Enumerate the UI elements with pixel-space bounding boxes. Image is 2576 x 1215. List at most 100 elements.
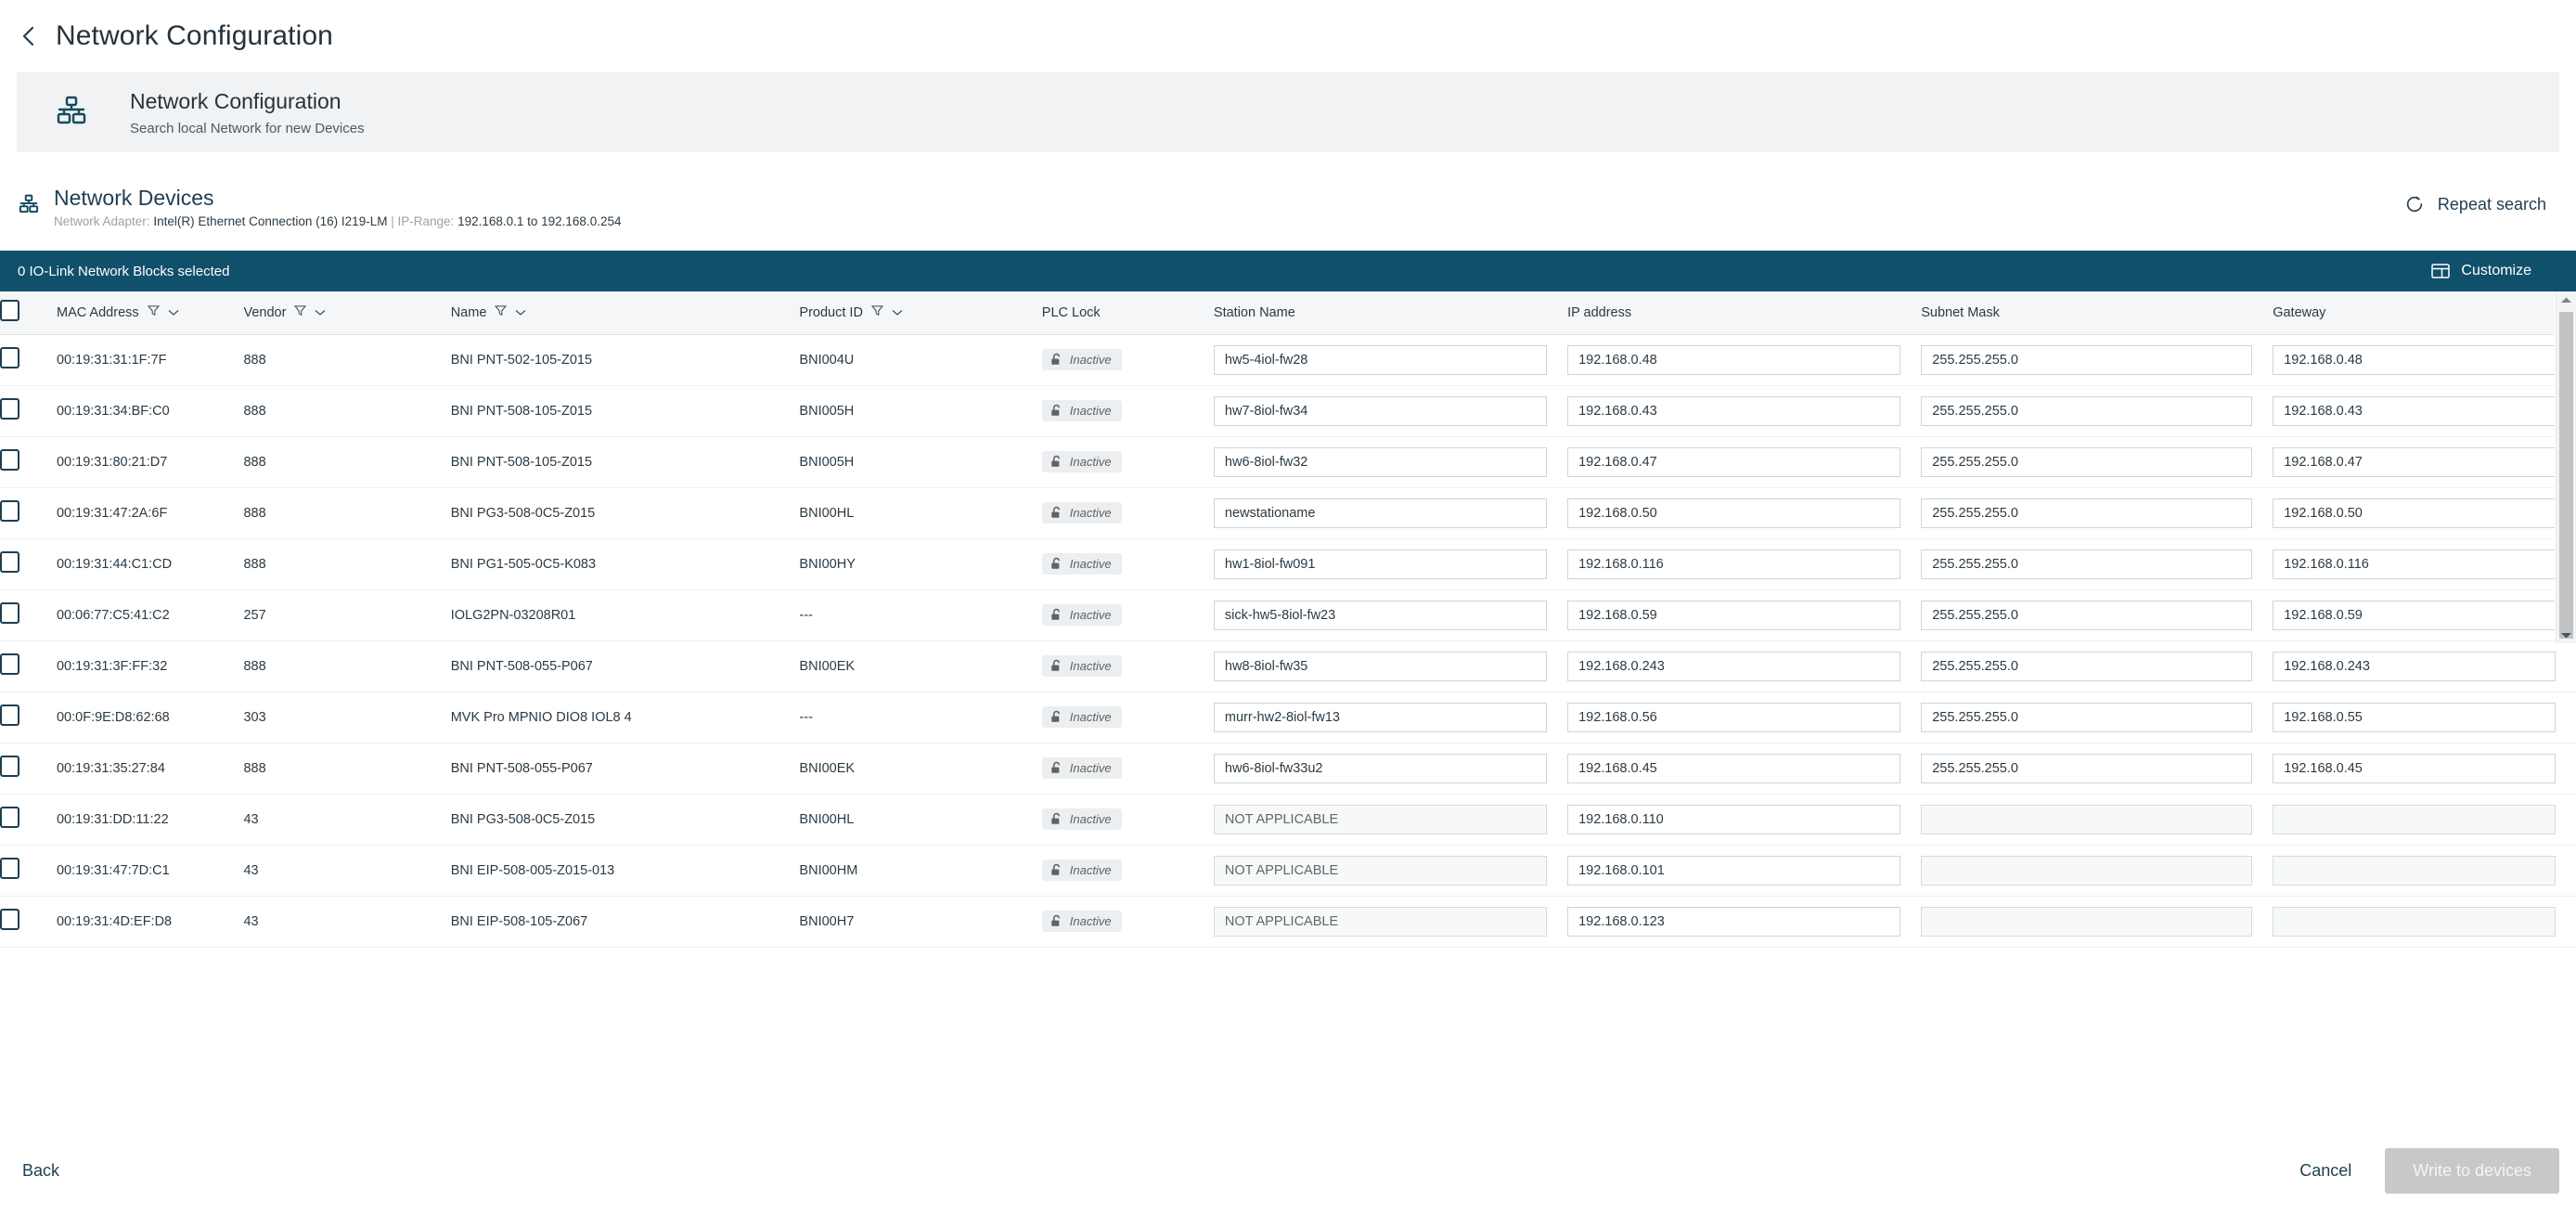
gateway-input[interactable]: 192.168.0.59 xyxy=(2273,600,2556,630)
cell-station-name[interactable]: hw1-8iol-fw091 xyxy=(1213,538,1568,590)
row-checkbox[interactable] xyxy=(0,704,19,726)
station-name-input[interactable]: newstationame xyxy=(1213,498,1548,528)
cell-gateway[interactable]: 192.168.0.116 xyxy=(2273,538,2576,590)
cell-ip-address[interactable]: 192.168.0.48 xyxy=(1567,334,1922,386)
gateway-input[interactable]: 192.168.0.243 xyxy=(2273,651,2556,681)
cell-subnet-mask[interactable]: 255.255.255.0 xyxy=(1921,538,2273,590)
cell-gateway[interactable]: 192.168.0.50 xyxy=(2273,487,2576,539)
cell-subnet-mask[interactable]: 255.255.255.0 xyxy=(1921,487,2273,539)
cell-station-name[interactable]: hw7-8iol-fw34 xyxy=(1213,385,1568,437)
station-name-input[interactable]: murr-hw2-8iol-fw13 xyxy=(1213,702,1548,732)
ip-address-input[interactable]: 192.168.0.47 xyxy=(1567,446,1901,477)
cell-station-name[interactable]: hw6-8iol-fw32 xyxy=(1213,436,1568,488)
ip-address-input[interactable]: 192.168.0.59 xyxy=(1567,600,1901,630)
cell-ip-address[interactable]: 192.168.0.59 xyxy=(1567,589,1922,641)
table-row[interactable]: 00:19:31:47:7D:C1 43 BNI EIP-508-005-Z015-… xyxy=(0,845,2576,897)
cell-station-name[interactable]: murr-hw2-8iol-fw13 xyxy=(1213,692,1568,743)
cell-station-name[interactable]: newstationame xyxy=(1213,487,1568,539)
row-select-cell[interactable] xyxy=(0,692,57,743)
cell-subnet-mask[interactable]: 255.255.255.0 xyxy=(1921,692,2273,743)
gateway-input[interactable]: 192.168.0.45 xyxy=(2273,753,2556,783)
row-select-cell[interactable] xyxy=(0,640,57,692)
row-checkbox[interactable] xyxy=(0,398,19,420)
row-checkbox[interactable] xyxy=(0,756,19,777)
station-name-input[interactable]: hw6-8iol-fw33u2 xyxy=(1213,753,1548,783)
table-row[interactable]: 00:19:31:44:C1:CD 888 BNI PG1-505-0C5-K083… xyxy=(0,538,2576,590)
write-to-devices-button[interactable]: Write to devices xyxy=(2385,1147,2559,1194)
cell-subnet-mask[interactable]: 255.255.255.0 xyxy=(1921,640,2273,692)
cell-subnet-mask[interactable]: 255.255.255.0 xyxy=(1921,589,2273,641)
gateway-input[interactable]: 192.168.0.116 xyxy=(2273,549,2556,579)
cell-station-name[interactable]: hw6-8iol-fw33u2 xyxy=(1213,743,1568,795)
cell-ip-address[interactable]: 192.168.0.47 xyxy=(1567,436,1922,488)
ip-address-input[interactable]: 192.168.0.43 xyxy=(1567,395,1901,426)
table-row[interactable]: 00:19:31:35:27:84 888 BNI PNT-508-055-P067… xyxy=(0,743,2576,795)
row-select-cell[interactable] xyxy=(0,385,57,437)
ip-address-input[interactable]: 192.168.0.45 xyxy=(1567,753,1901,783)
header-name[interactable]: Name xyxy=(450,291,800,335)
subnet-mask-input[interactable]: 255.255.255.0 xyxy=(1921,395,2253,426)
station-name-input[interactable]: hw8-8iol-fw35 xyxy=(1213,651,1548,681)
station-name-input[interactable]: hw6-8iol-fw32 xyxy=(1213,446,1548,477)
cell-station-name[interactable]: sick-hw5-8iol-fw23 xyxy=(1213,589,1568,641)
row-checkbox[interactable] xyxy=(0,909,19,930)
row-select-cell[interactable] xyxy=(0,794,57,846)
filter-icon[interactable] xyxy=(870,304,884,320)
subnet-mask-input[interactable]: 255.255.255.0 xyxy=(1921,549,2253,579)
cell-ip-address[interactable]: 192.168.0.116 xyxy=(1567,538,1922,590)
filter-icon[interactable] xyxy=(294,304,307,320)
row-checkbox[interactable] xyxy=(0,858,19,879)
cell-subnet-mask[interactable]: 255.255.255.0 xyxy=(1921,385,2273,437)
ip-address-input[interactable]: 192.168.0.101 xyxy=(1567,855,1901,885)
header-select-all[interactable] xyxy=(0,291,57,335)
gateway-input[interactable]: 192.168.0.55 xyxy=(2273,702,2556,732)
ip-address-input[interactable]: 192.168.0.243 xyxy=(1567,651,1901,681)
subnet-mask-input[interactable]: 255.255.255.0 xyxy=(1921,446,2253,477)
table-row[interactable]: 00:19:31:80:21:D7 888 BNI PNT-508-105-Z015… xyxy=(0,436,2576,488)
row-select-cell[interactable] xyxy=(0,743,57,795)
cell-station-name[interactable]: hw8-8iol-fw35 xyxy=(1213,640,1568,692)
station-name-input[interactable]: hw7-8iol-fw34 xyxy=(1213,395,1548,426)
gateway-input[interactable]: 192.168.0.50 xyxy=(2273,498,2556,528)
cell-gateway[interactable]: 192.168.0.48 xyxy=(2273,334,2576,386)
subnet-mask-input[interactable]: 255.255.255.0 xyxy=(1921,753,2253,783)
cell-ip-address[interactable]: 192.168.0.123 xyxy=(1567,896,1922,948)
cell-ip-address[interactable]: 192.168.0.56 xyxy=(1567,692,1922,743)
back-chevron-icon[interactable] xyxy=(17,24,41,48)
back-button[interactable]: Back xyxy=(17,1154,65,1188)
table-row[interactable]: 00:19:31:DD:11:22 43 BNI PG3-508-0C5-Z015 B… xyxy=(0,794,2576,846)
table-row[interactable]: 00:19:31:31:1F:7F 888 BNI PNT-502-105-Z015… xyxy=(0,334,2576,386)
ip-address-input[interactable]: 192.168.0.110 xyxy=(1567,804,1901,834)
row-checkbox[interactable] xyxy=(0,347,19,368)
station-name-input[interactable]: sick-hw5-8iol-fw23 xyxy=(1213,600,1548,630)
scrollbar-thumb[interactable] xyxy=(2559,312,2573,639)
row-checkbox[interactable] xyxy=(0,449,19,471)
cell-gateway[interactable]: 192.168.0.243 xyxy=(2273,640,2576,692)
cell-gateway[interactable]: 192.168.0.45 xyxy=(2273,743,2576,795)
row-select-cell[interactable] xyxy=(0,334,57,386)
cell-subnet-mask[interactable]: 255.255.255.0 xyxy=(1921,743,2273,795)
cell-ip-address[interactable]: 192.168.0.50 xyxy=(1567,487,1922,539)
cell-subnet-mask[interactable]: 255.255.255.0 xyxy=(1921,334,2273,386)
ip-address-input[interactable]: 192.168.0.116 xyxy=(1567,549,1901,579)
gateway-input[interactable]: 192.168.0.47 xyxy=(2273,446,2556,477)
chevron-down-icon[interactable] xyxy=(315,305,326,320)
header-mac-address[interactable]: MAC Address xyxy=(56,291,244,335)
row-checkbox[interactable] xyxy=(0,807,19,828)
row-checkbox[interactable] xyxy=(0,551,19,573)
subnet-mask-input[interactable]: 255.255.255.0 xyxy=(1921,600,2253,630)
subnet-mask-input[interactable]: 255.255.255.0 xyxy=(1921,344,2253,375)
row-checkbox[interactable] xyxy=(0,602,19,624)
select-all-checkbox[interactable] xyxy=(0,300,19,322)
gateway-input[interactable]: 192.168.0.48 xyxy=(2273,344,2556,375)
row-select-cell[interactable] xyxy=(0,896,57,948)
header-product-id[interactable]: Product ID xyxy=(799,291,1042,335)
repeat-search-button[interactable]: Repeat search xyxy=(2403,184,2559,215)
table-row[interactable]: 00:19:31:3F:FF:32 888 BNI PNT-508-055-P067… xyxy=(0,640,2576,692)
subnet-mask-input[interactable]: 255.255.255.0 xyxy=(1921,498,2253,528)
subnet-mask-input[interactable]: 255.255.255.0 xyxy=(1921,651,2253,681)
filter-icon[interactable] xyxy=(495,304,508,320)
chevron-down-icon[interactable] xyxy=(515,305,526,320)
cell-ip-address[interactable]: 192.168.0.110 xyxy=(1567,794,1922,846)
station-name-input[interactable]: hw1-8iol-fw091 xyxy=(1213,549,1548,579)
